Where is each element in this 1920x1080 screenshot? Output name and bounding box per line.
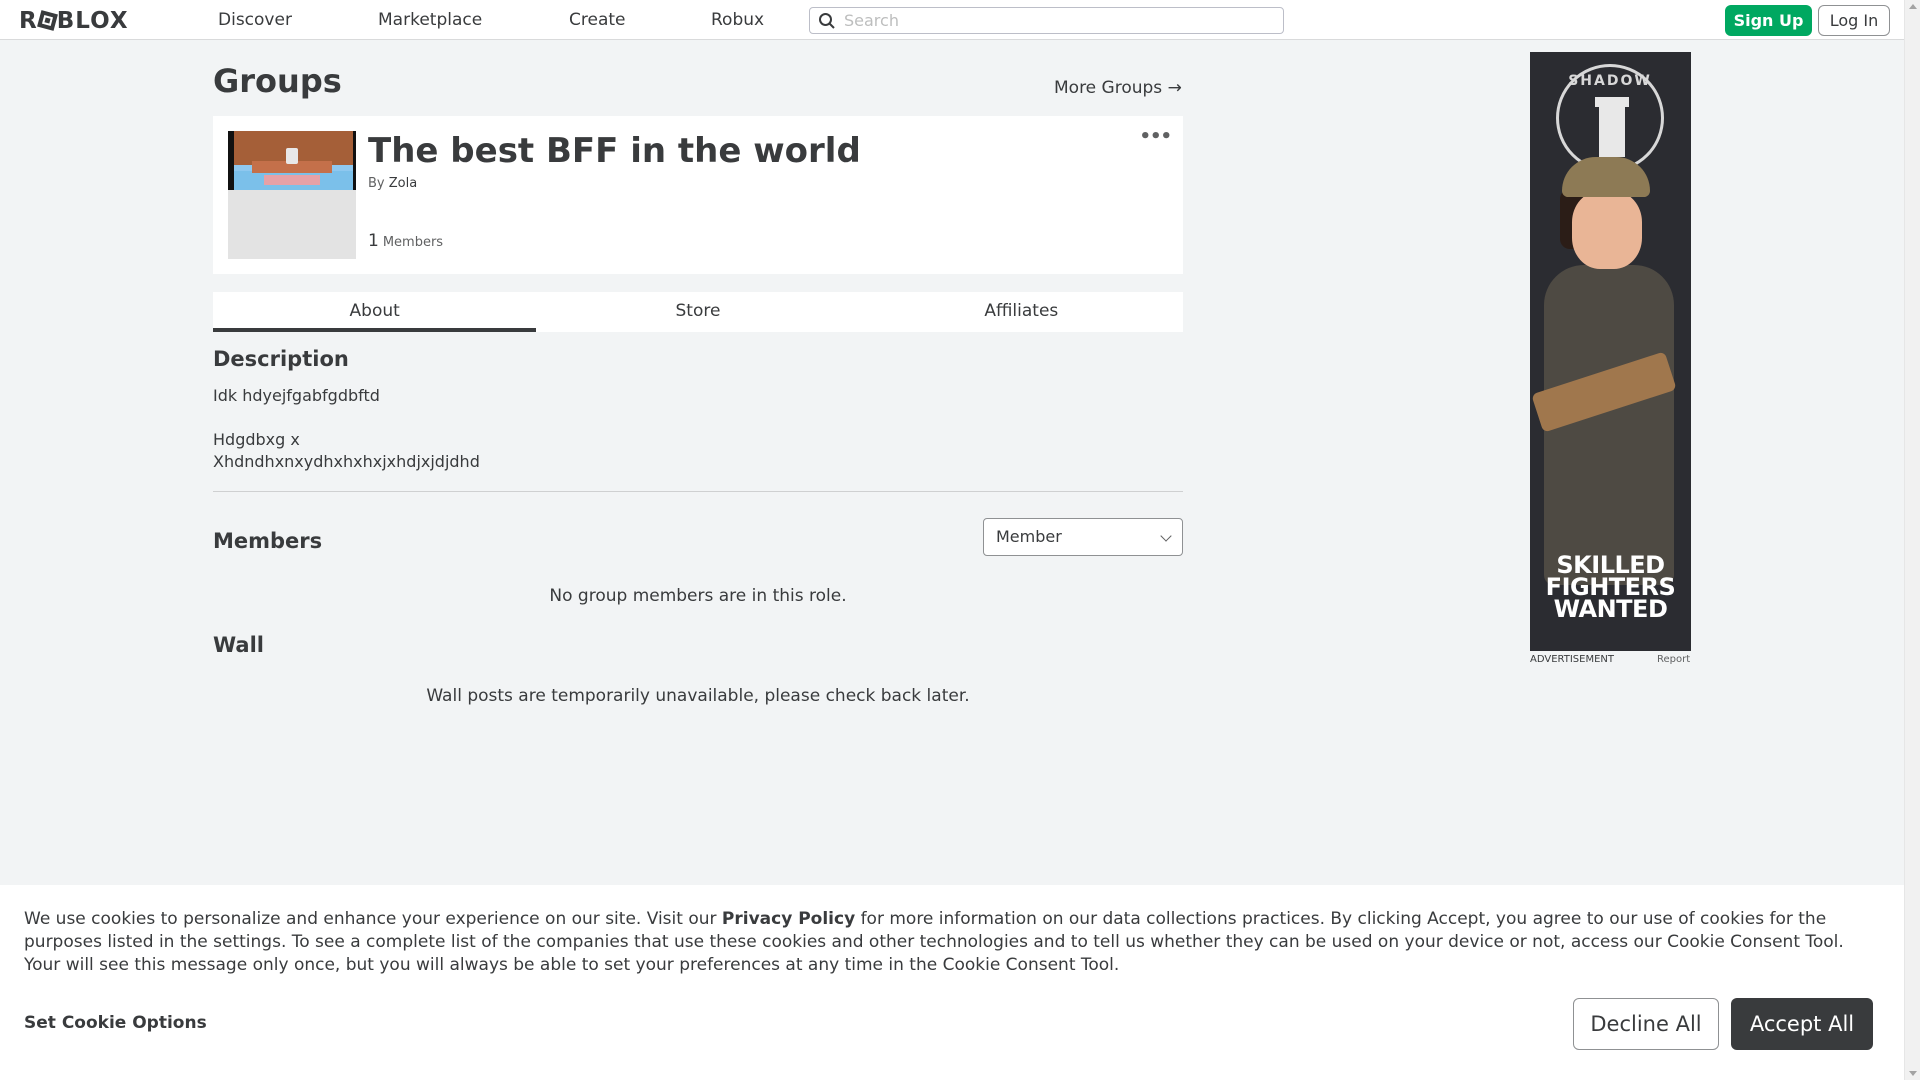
ad-emblem-text: SHADOW [1568,73,1652,89]
members-heading: Members [213,529,323,553]
privacy-policy-link[interactable]: Privacy Policy [722,909,855,929]
more-groups-link[interactable]: More Groups → [1054,78,1182,98]
wall-unavailable-message: Wall posts are temporarily unavailable, … [426,686,970,706]
cookie-text-start: We use cookies to personalize and enhanc… [24,909,722,929]
tab-about[interactable]: About [213,292,537,332]
search-icon [819,12,835,29]
description-line: Hdgdbxg x [213,430,300,449]
group-owner-line: By Zola [368,176,417,191]
group-emblem [228,131,356,259]
search-input[interactable] [844,11,1264,30]
group-tabs: About Store Affiliates [213,292,1183,332]
description-heading: Description [213,347,349,371]
cookie-consent-banner: We use cookies to personalize and enhanc… [0,885,1904,1080]
more-options-icon[interactable]: ••• [1139,126,1172,147]
decline-all-button[interactable]: Decline All [1573,998,1719,1050]
member-count: 1 Members [368,231,443,251]
top-navigation-bar: R BLOX Discover Marketplace Create Robux … [0,0,1904,40]
section-divider [213,491,1183,492]
nav-link-create[interactable]: Create [569,10,626,30]
log-in-button[interactable]: Log In [1818,5,1890,36]
chevron-down-icon [1160,530,1172,542]
tab-affiliates[interactable]: Affiliates [860,292,1183,332]
group-header-card: The best BFF in the world By Zola 1 Membe… [213,116,1183,274]
tower-icon [1595,97,1629,157]
role-dropdown-value: Member [996,527,1062,546]
group-emblem-image [228,131,356,190]
page-scrollbar[interactable] [1904,0,1920,1080]
nav-link-marketplace[interactable]: Marketplace [378,10,482,30]
tab-store[interactable]: Store [536,292,859,332]
search-box[interactable] [809,7,1284,34]
member-count-label: Members [382,235,444,250]
member-count-number: 1 [368,231,379,251]
accept-all-button[interactable]: Accept All [1731,998,1873,1050]
scroll-up-arrow-icon[interactable] [1909,4,1917,9]
cookie-message: We use cookies to personalize and enhanc… [24,908,1884,977]
advertisement-label: ADVERTISEMENT [1530,654,1615,665]
description-line: Xhdndhxnxydhxhxhxjxhdjxjdjdhd [213,452,480,471]
roblox-logo[interactable]: R BLOX [19,8,129,34]
description-line: Idk hdyejfgabfgdbftd [213,386,380,405]
page-title: Groups [213,62,342,100]
scroll-down-arrow-icon[interactable] [1909,1071,1917,1076]
ad-headline: SKILLED FIGHTERS WANTED [1545,551,1676,623]
nav-link-discover[interactable]: Discover [218,10,292,30]
group-name: The best BFF in the world [368,131,861,171]
report-ad-link[interactable]: Report [1657,654,1690,665]
nav-link-robux[interactable]: Robux [711,10,764,30]
ad-character-illustration [1531,157,1684,597]
ad-emblem: SHADOW [1556,64,1664,172]
description-line [213,407,480,429]
no-members-message: No group members are in this role. [549,586,847,606]
sign-up-button[interactable]: Sign Up [1725,5,1812,36]
role-dropdown[interactable]: Member [983,518,1183,556]
wall-heading: Wall [213,633,264,657]
group-description: Idk hdyejfgabfgdbftd Hdgdbxg x Xhdndhxnx… [213,385,480,473]
group-owner-link[interactable]: Zola [389,176,417,191]
group-owner-prefix: By [368,176,385,191]
set-cookie-options-link[interactable]: Set Cookie Options [24,1013,207,1033]
advertisement-banner[interactable]: SHADOW SKILLED FIGHTERS WANTED [1530,52,1691,651]
